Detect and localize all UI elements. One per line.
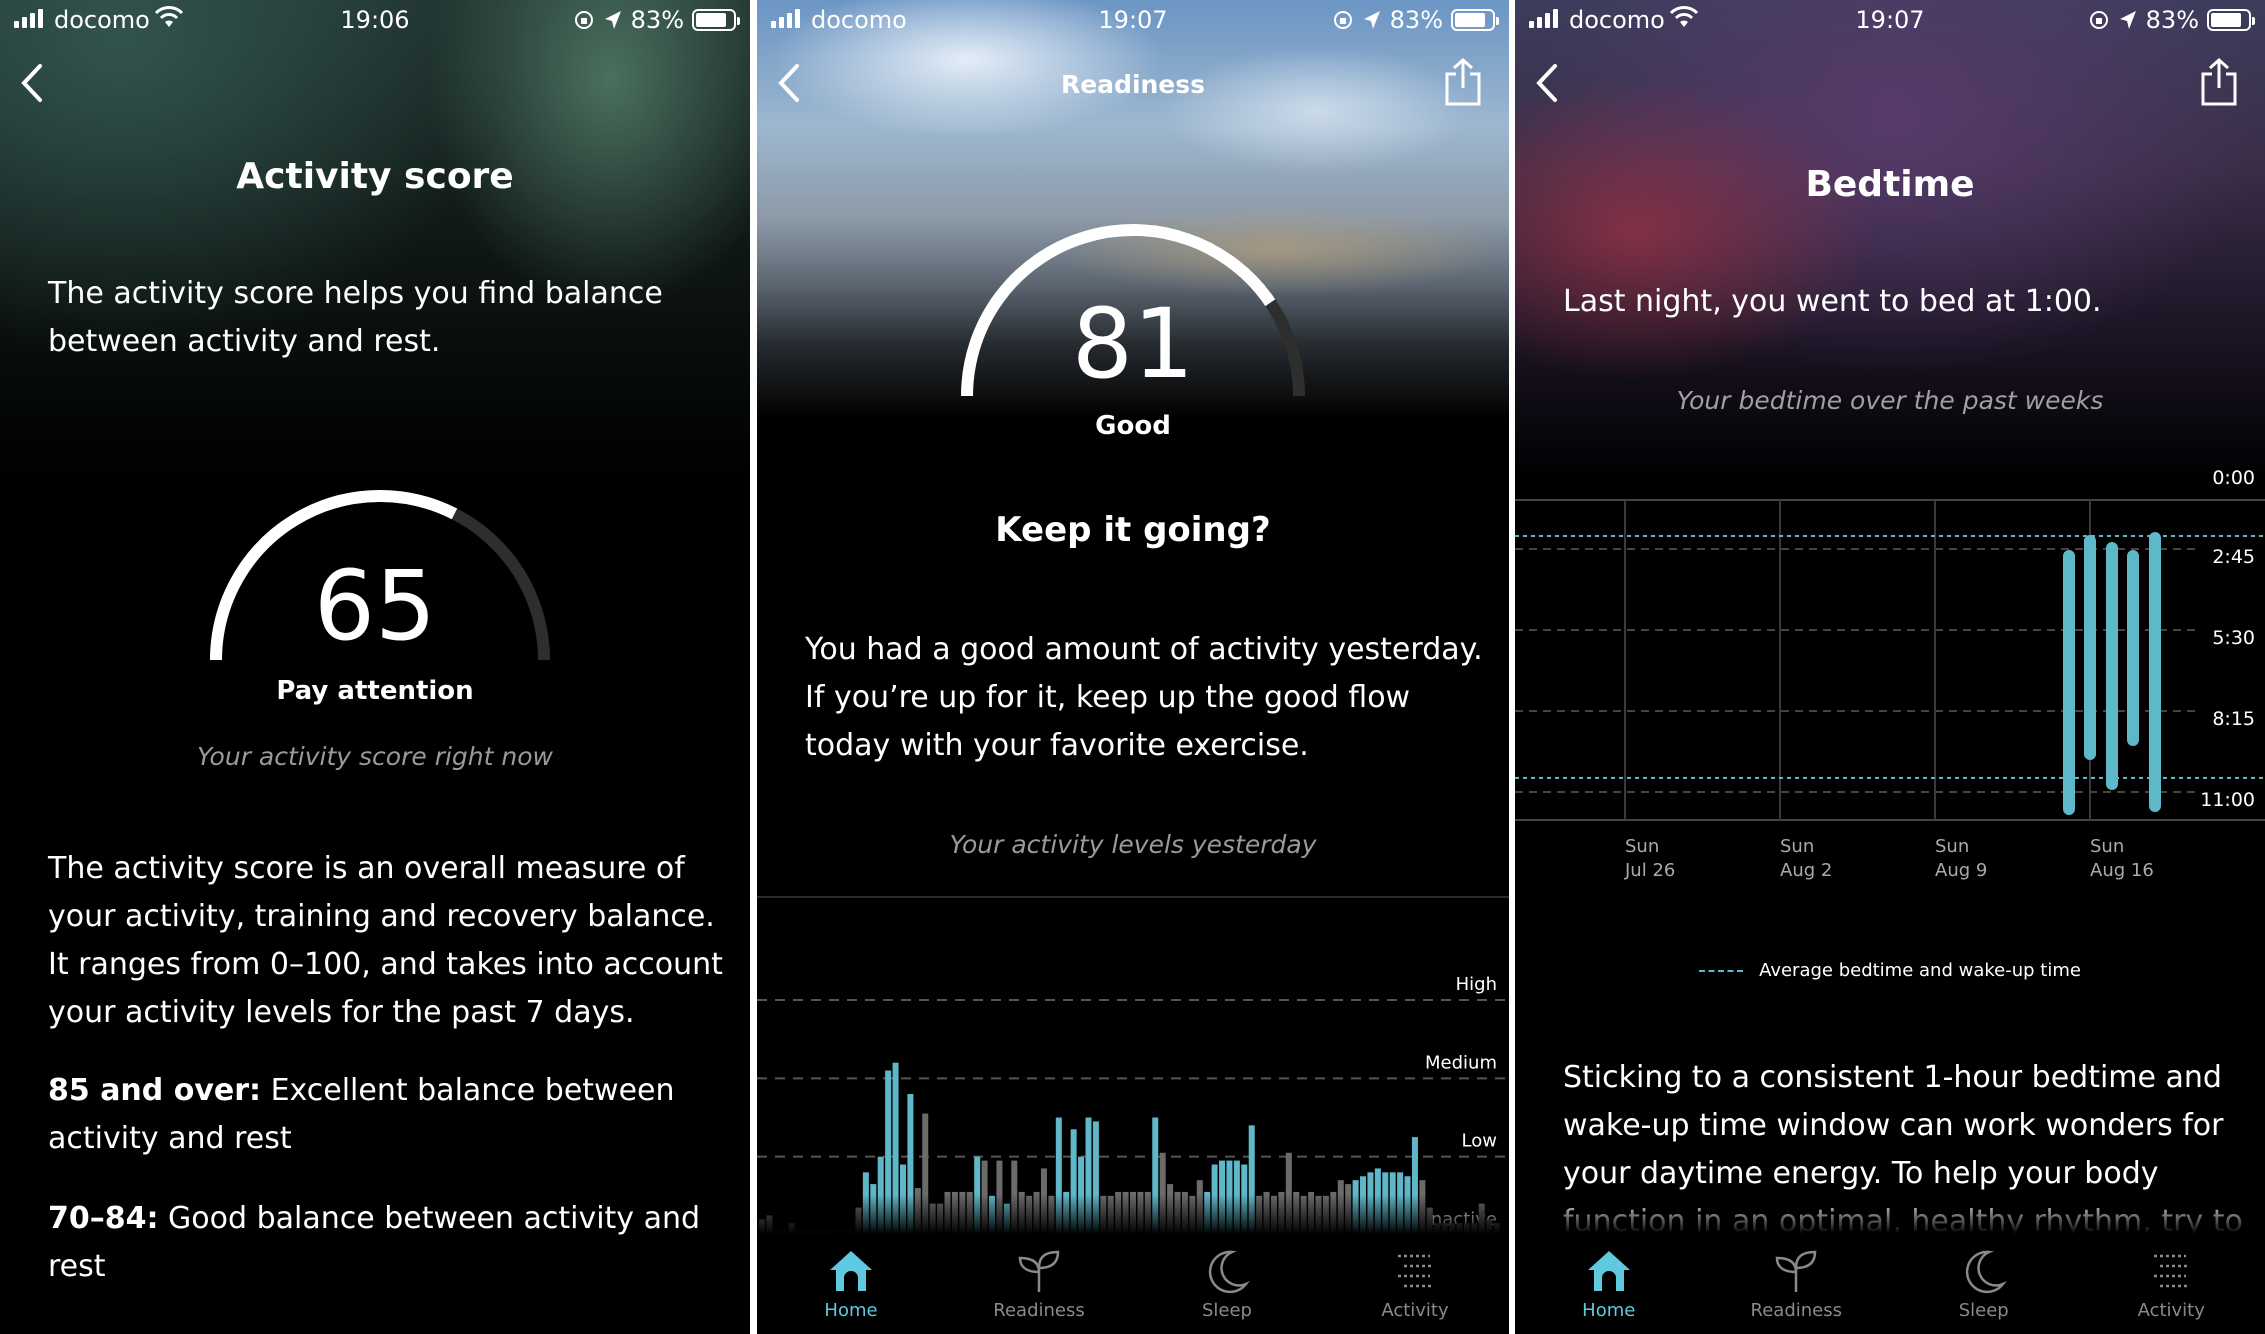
legend-label: Average bedtime and wake-up time xyxy=(1759,960,2081,981)
chart-caption: Your bedtime over the past weeks xyxy=(1676,386,2104,415)
y-tick-label: 5:30 xyxy=(2212,627,2255,649)
home-icon xyxy=(1587,1251,1630,1291)
tab-label: Sleep xyxy=(1958,1300,2009,1321)
x-tick-day: Sun xyxy=(1935,836,1969,857)
tab-label: Home xyxy=(824,1300,878,1321)
readiness-screen: docomo 19:07 83% Readiness 81 Good Keep … xyxy=(757,0,1509,1334)
moon-icon xyxy=(1965,1250,2007,1294)
status-bar: docomo 19:06 83% xyxy=(0,0,750,42)
location-icon xyxy=(2119,11,2136,29)
sleep-range-bar xyxy=(2149,532,2161,812)
battery-percent: 83% xyxy=(2145,6,2199,34)
orientation-lock-icon xyxy=(1333,11,1352,29)
y-tick-label: 8:15 xyxy=(2212,708,2255,730)
scroll-fade xyxy=(1515,1194,2265,1234)
tab-sleep[interactable]: Sleep xyxy=(1890,1234,2078,1334)
tab-home[interactable]: Home xyxy=(757,1234,945,1334)
intro-text: The activity score helps you find balanc… xyxy=(48,276,663,359)
y-tick-label: 0:00 xyxy=(2212,467,2255,489)
tab-activity[interactable]: Activity xyxy=(2078,1234,2265,1334)
battery-percent: 83% xyxy=(630,6,684,34)
tab-label: Home xyxy=(1582,1300,1636,1321)
home-icon xyxy=(830,1251,872,1291)
sleep-range-bar xyxy=(2127,550,2139,746)
moon-icon xyxy=(1208,1250,1250,1294)
y-tick-label: 2:45 xyxy=(2212,546,2255,568)
insight-text: You had a good amount of activity yester… xyxy=(805,632,1483,763)
x-tick-date: Aug 16 xyxy=(2090,860,2154,881)
x-tick-day: Sun xyxy=(1780,836,1814,857)
description-text: The activity score is an overall measure… xyxy=(48,851,723,1030)
tab-sleep[interactable]: Sleep xyxy=(1133,1234,1321,1334)
tab-readiness[interactable]: Readiness xyxy=(1703,1234,1891,1334)
share-icon[interactable] xyxy=(1441,56,1485,108)
range-excellent: 85 and over: Excellent balance between a… xyxy=(48,1067,728,1163)
tab-readiness[interactable]: Readiness xyxy=(945,1234,1133,1334)
status-bar: docomo 19:07 83% xyxy=(1515,0,2265,42)
tab-label: Readiness xyxy=(993,1300,1085,1321)
x-tick-day: Sun xyxy=(2090,836,2124,857)
chart-caption: Your activity levels yesterday xyxy=(949,830,1317,859)
tab-label: Readiness xyxy=(1750,1300,1842,1321)
range-label: 70–84: xyxy=(48,1201,159,1236)
tab-label: Activity xyxy=(1381,1300,1449,1321)
sleep-range-bar xyxy=(2106,542,2118,790)
range-label: 85 and over: xyxy=(48,1073,262,1108)
x-tick-date: Jul 26 xyxy=(1624,860,1675,881)
divider-line xyxy=(757,896,1509,898)
back-chevron-icon[interactable] xyxy=(14,58,50,108)
activity-list-icon xyxy=(1398,1254,1434,1288)
status-bar: docomo 19:07 83% xyxy=(757,0,1509,42)
gauge-caption: Your activity score right now xyxy=(197,742,553,771)
location-icon xyxy=(1363,11,1380,29)
x-tick-date: Aug 9 xyxy=(1935,860,1987,881)
score-value: 65 xyxy=(313,550,437,662)
scroll-fade xyxy=(757,1194,1509,1234)
score-status: Good xyxy=(1095,411,1171,441)
y-tick-label: Medium xyxy=(1425,1052,1497,1073)
battery-icon xyxy=(692,9,740,31)
sleep-range-bar xyxy=(2063,550,2075,815)
sprout-icon xyxy=(1018,1250,1060,1292)
score-value: 81 xyxy=(1071,288,1195,400)
location-icon xyxy=(604,11,621,29)
tab-home[interactable]: Home xyxy=(1515,1234,1703,1334)
tab-bar: Home Readiness Sleep Activity xyxy=(1515,1234,2265,1334)
score-status: Pay attention xyxy=(276,676,474,706)
activity-list-icon xyxy=(2154,1254,2191,1288)
y-tick-label: Low xyxy=(1462,1131,1497,1152)
battery-icon xyxy=(1451,9,1499,31)
tab-activity[interactable]: Activity xyxy=(1321,1234,1509,1334)
orientation-lock-icon xyxy=(574,11,593,29)
insight-heading: Keep it going? xyxy=(995,510,1271,550)
back-chevron-icon[interactable] xyxy=(1529,58,1565,108)
page-title: Activity score xyxy=(236,156,514,197)
sleep-range-bar xyxy=(2084,535,2096,760)
bedtime-screen: docomo 19:07 83% Bedtime Last night, you… xyxy=(1515,0,2265,1334)
battery-percent: 83% xyxy=(1389,6,1443,34)
orientation-lock-icon xyxy=(2089,11,2108,29)
sprout-icon xyxy=(1775,1250,1817,1292)
nav-title: Readiness xyxy=(1060,70,1206,99)
share-icon[interactable] xyxy=(2197,56,2241,108)
bedtime-chart: 0:00 2:45 5:30 8:15 11:00 Sun Jul 26 Sun Aug 2 Su… xyxy=(1515,467,2265,881)
x-tick-date: Aug 2 xyxy=(1780,860,1832,881)
panel-divider xyxy=(750,0,757,1334)
tab-bar: Home Readiness Sleep Activity xyxy=(757,1234,1509,1334)
battery-icon xyxy=(2207,9,2255,31)
chart-legend: Average bedtime and wake-up time xyxy=(1515,960,2265,981)
activity-score-screen: docomo 19:06 83% Activity score The acti… xyxy=(0,0,750,1334)
range-good: 70–84: Good balance between activity and… xyxy=(48,1195,728,1291)
legend-dashed-line xyxy=(1699,969,1744,972)
y-tick-label: 11:00 xyxy=(2200,789,2255,811)
x-tick-day: Sun xyxy=(1625,836,1659,857)
tab-label: Activity xyxy=(2137,1300,2205,1321)
y-tick-label: High xyxy=(1456,974,1497,995)
page-title: Bedtime xyxy=(1805,164,1975,205)
intro-text: Last night, you went to bed at 1:00. xyxy=(1563,284,2102,319)
tab-label: Sleep xyxy=(1201,1300,1252,1321)
